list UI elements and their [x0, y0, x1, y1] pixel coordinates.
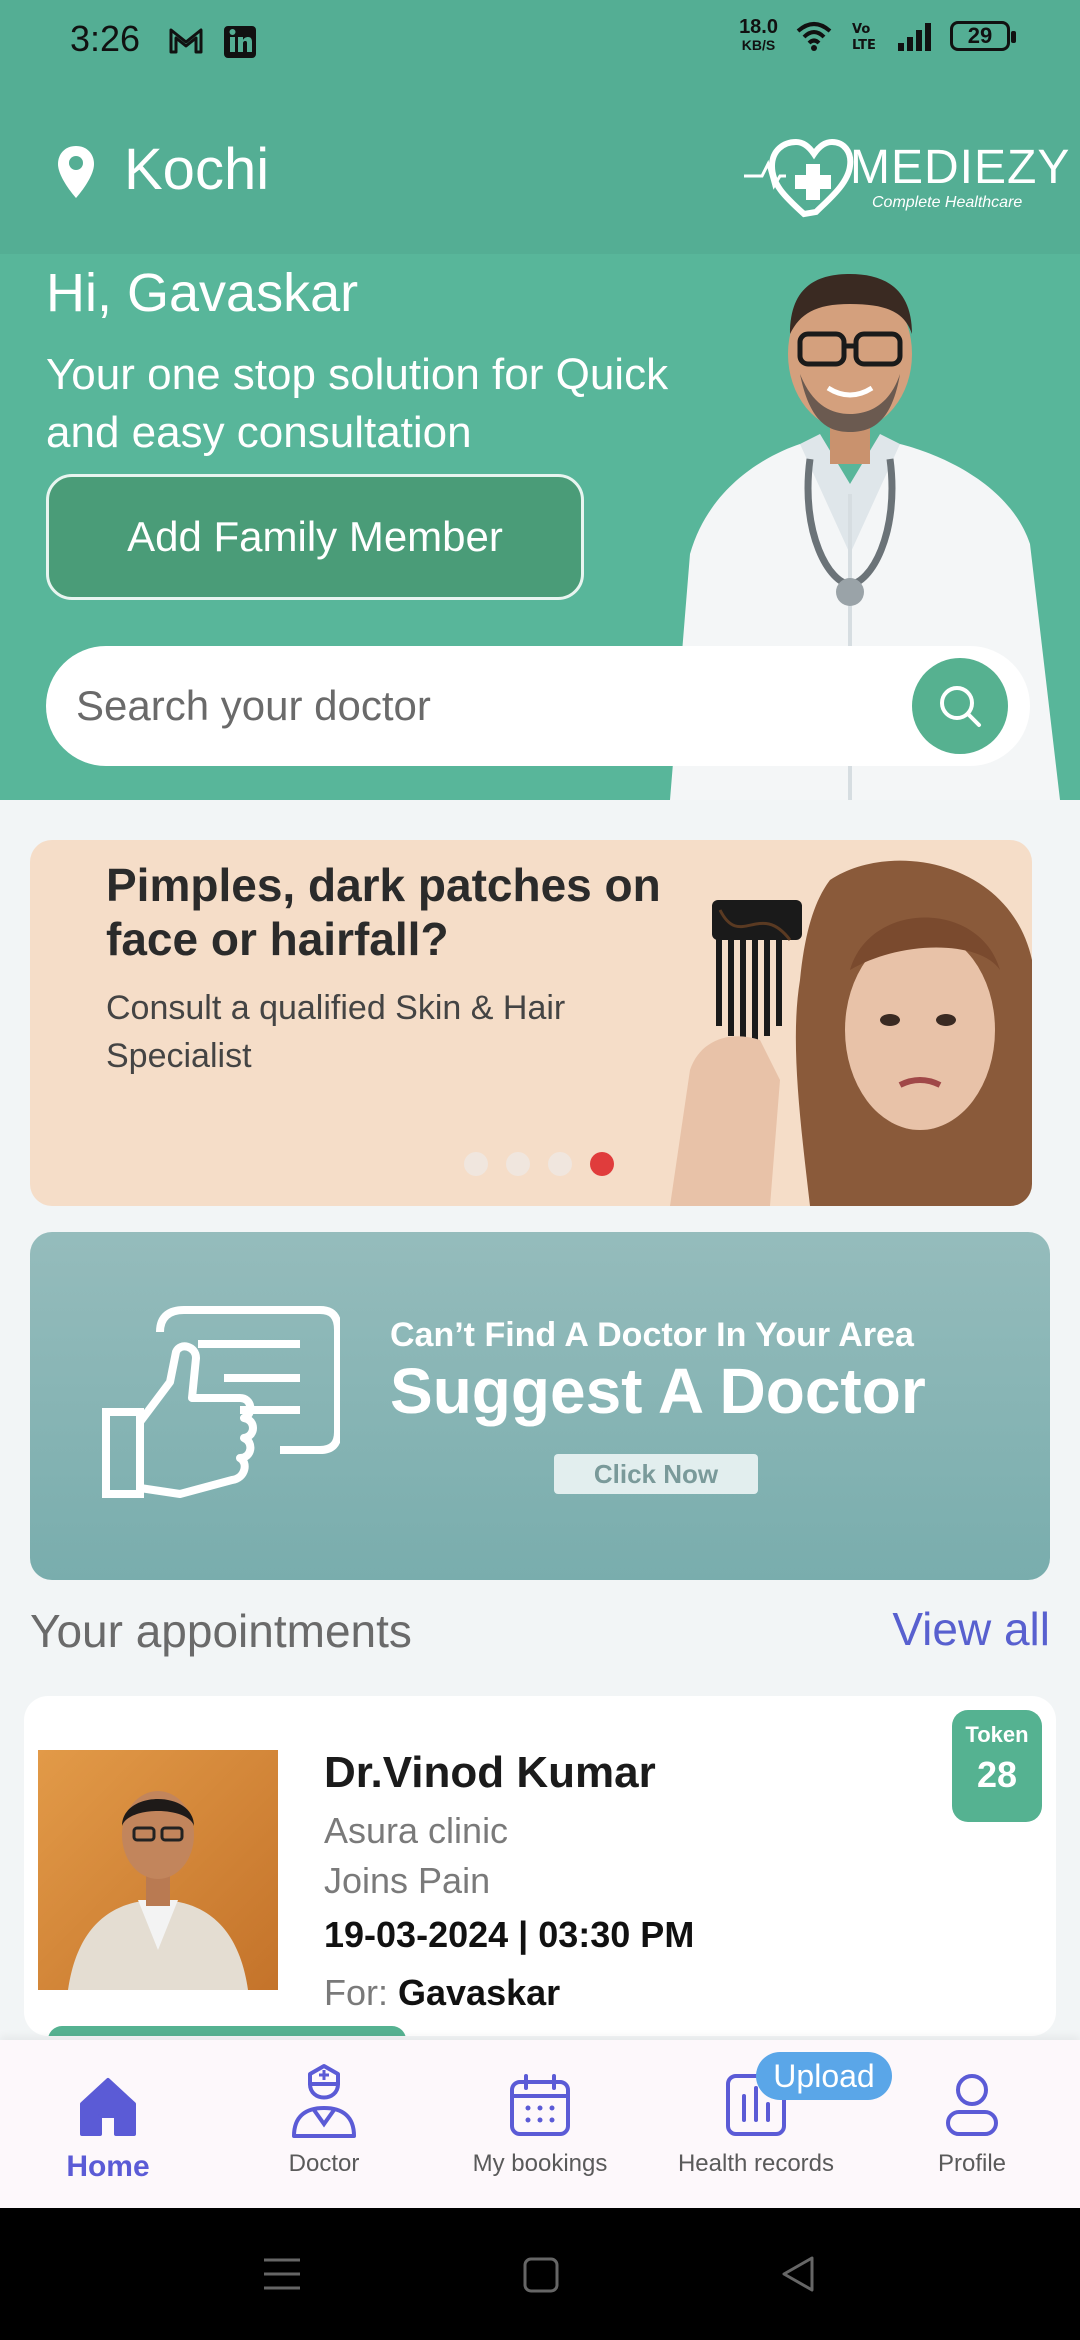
menu-icon[interactable] — [262, 2256, 302, 2292]
svg-text:LTE: LTE — [852, 38, 876, 53]
gmail-icon — [169, 28, 203, 54]
app-header: Kochi MEDIEZY Complete Healthcare — [0, 84, 1080, 254]
thumbs-up-chat-icon — [102, 1306, 340, 1498]
patient-line: For: Gavaskar — [324, 1972, 560, 2014]
location-label[interactable]: Kochi — [124, 136, 269, 203]
appointments-heading: Your appointments — [30, 1605, 412, 1657]
doctor-avatar — [38, 1750, 278, 1990]
nav-doctor-label: Doctor — [288, 2150, 360, 2177]
wifi-icon — [796, 22, 832, 51]
nav-profile[interactable]: Profile — [864, 2064, 1080, 2178]
app-screen: 3:26 18.0 KB/S Vo LTE 29 Kochi MEDIEZY C… — [0, 0, 1080, 2340]
brand-logo: MEDIEZY Complete Healthcare — [744, 124, 1069, 224]
carousel-dot-active[interactable] — [590, 1152, 614, 1176]
doctor-name: Dr.Vinod Kumar — [324, 1748, 656, 1797]
search-icon — [940, 686, 981, 727]
promo-banner[interactable]: Pimples, dark patches on face or hairfal… — [30, 840, 1032, 1206]
nav-health-records-label: Health records — [677, 2150, 835, 2177]
nav-my-bookings-label: My bookings — [472, 2150, 608, 2177]
bottom-nav: Home Doctor My bookings Health records P… — [0, 2040, 1080, 2208]
upload-badge[interactable]: Upload — [756, 2052, 892, 2100]
svg-text:Vo: Vo — [852, 22, 870, 37]
brand-name: MEDIEZY — [850, 141, 1071, 194]
appointment-card[interactable]: Dr.Vinod Kumar Asura clinic Joins Pain 1… — [24, 1696, 1056, 2036]
nav-profile-label: Profile — [937, 2150, 1007, 2177]
nav-my-bookings[interactable]: My bookings — [432, 2064, 648, 2178]
view-all-link[interactable]: View all — [892, 1602, 1050, 1656]
carousel-dot[interactable] — [548, 1152, 572, 1176]
system-nav-bar — [0, 2208, 1080, 2340]
suggest-doctor-card[interactable]: Can’t Find A Doctor In Your Area Suggest… — [30, 1232, 1050, 1580]
net-speed-value: 18.0 — [739, 16, 778, 38]
appointment-datetime: 19-03-2024 | 03:30 PM — [324, 1914, 695, 1955]
search-button[interactable] — [912, 658, 1008, 754]
carousel-dot[interactable] — [506, 1152, 530, 1176]
token-label: Token — [965, 1722, 1029, 1747]
linkedin-icon — [224, 26, 256, 58]
appointment-action-button[interactable] — [48, 2026, 406, 2036]
status-bar: 3:26 18.0 KB/S Vo LTE 29 — [0, 0, 1080, 84]
hero-tagline: Your one stop solution for Quick and eas… — [46, 350, 669, 457]
woman-hairfall-illustration — [670, 860, 1032, 1206]
suggest-heading: Suggest A Doctor — [390, 1355, 926, 1427]
nav-doctor[interactable]: Doctor — [216, 2064, 432, 2178]
promo-subtitle: Consult a qualified Skin & Hair Speciali… — [106, 989, 566, 1075]
status-right-group: 18.0 KB/S Vo LTE 29 — [739, 16, 1016, 54]
for-label: For: — [324, 1972, 399, 2013]
token-number: 28 — [976, 1754, 1018, 1795]
add-family-member-button[interactable]: Add Family Member — [46, 474, 584, 600]
token-badge: Token 28 — [952, 1710, 1042, 1822]
net-speed-unit: KB/S — [741, 37, 776, 53]
promo-title: Pimples, dark patches on face or hairfal… — [106, 859, 661, 965]
volte-icon: Vo LTE — [852, 22, 876, 53]
clinic-name: Asura clinic — [324, 1810, 509, 1851]
click-now-button[interactable]: Click Now — [554, 1454, 758, 1494]
calendar-icon — [510, 2074, 570, 2136]
carousel-dot[interactable] — [464, 1152, 488, 1176]
heart-cross-logo-icon — [744, 138, 854, 218]
home-square-icon[interactable] — [522, 2256, 560, 2294]
back-triangle-icon[interactable] — [778, 2254, 818, 2294]
nav-home[interactable]: Home — [0, 2064, 216, 2184]
status-time: 3:26 — [70, 18, 141, 59]
brand-tagline: Complete Healthcare — [872, 194, 1023, 211]
suggest-caption: Can’t Find A Doctor In Your Area — [390, 1316, 914, 1354]
profile-icon — [946, 2074, 998, 2136]
doctor-icon — [292, 2064, 356, 2138]
nav-home-label: Home — [66, 2150, 150, 2183]
location-pin-icon[interactable] — [56, 144, 96, 200]
complaint-text: Joins Pain — [324, 1860, 491, 1901]
net-speed: 18.0 KB/S — [739, 16, 778, 54]
battery-indicator: 29 — [950, 21, 1016, 51]
signal-icon — [898, 23, 931, 51]
greeting-text: Hi, Gavaskar — [46, 263, 359, 323]
home-icon — [80, 2078, 136, 2136]
doctor-photo — [38, 1750, 278, 1990]
patient-name: Gavaskar — [398, 1972, 561, 2013]
hero-section: Hi, Gavaskar Your one stop solution for … — [0, 254, 1080, 800]
doctor-search-bar[interactable]: Search your doctor — [46, 646, 1030, 766]
carousel-dots — [464, 1152, 614, 1176]
search-input[interactable]: Search your doctor — [76, 682, 431, 730]
